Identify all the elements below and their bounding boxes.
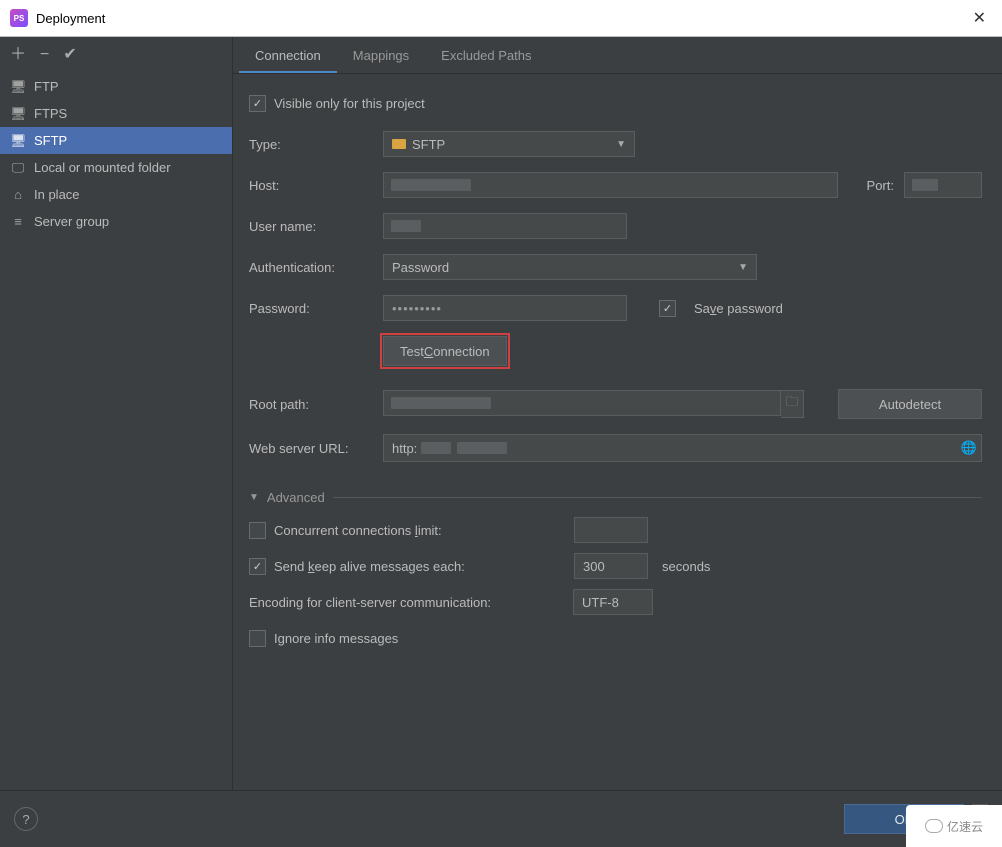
chevron-down-icon: ▼ — [738, 262, 748, 273]
tabs: Connection Mappings Excluded Paths — [233, 37, 1002, 74]
add-icon[interactable]: ＋ — [10, 47, 26, 63]
keepalive-unit: seconds — [662, 559, 710, 574]
sidebar: ＋ − ✔ 🖥 FTP 🖥 FTPS 🖥 SFTP 🖵 — [0, 37, 233, 790]
servergroup-icon: ≡ — [10, 214, 26, 229]
titlebar: PS Deployment ✕ — [0, 0, 1002, 37]
sidebar-item-local[interactable]: 🖵 Local or mounted folder — [0, 154, 232, 181]
tab-excluded[interactable]: Excluded Paths — [425, 40, 547, 73]
watermark-text: 亿速云 — [947, 818, 983, 835]
encoding-input[interactable] — [573, 589, 653, 615]
sidebar-list: 🖥 FTP 🖥 FTPS 🖥 SFTP 🖵 Local or mounted f… — [0, 73, 232, 790]
keepalive-input[interactable] — [574, 553, 648, 579]
close-icon[interactable]: ✕ — [967, 8, 992, 28]
host-label: Host: — [249, 178, 383, 193]
sftp-icon: 🖥 — [10, 133, 26, 149]
advanced-label: Advanced — [267, 490, 325, 505]
keepalive-checkbox[interactable]: ✓ — [249, 558, 266, 575]
cloud-icon — [925, 819, 943, 833]
sidebar-item-label: SFTP — [34, 133, 67, 148]
concurrent-checkbox[interactable] — [249, 522, 266, 539]
sidebar-toolbar: ＋ − ✔ — [0, 37, 232, 73]
type-select[interactable]: SFTP ▼ — [383, 131, 635, 157]
auth-label: Authentication: — [249, 260, 383, 275]
visible-only-label: Visible only for this project — [274, 96, 425, 111]
window-title: Deployment — [36, 11, 967, 26]
keepalive-label: Send keep alive messages each: — [274, 559, 574, 574]
app-icon: PS — [10, 9, 28, 27]
autodetect-button[interactable]: Autodetect — [838, 389, 982, 419]
test-connection-button[interactable]: Test Connection — [383, 336, 507, 366]
sidebar-item-label: Local or mounted folder — [34, 160, 171, 175]
sidebar-item-inplace[interactable]: ⌂ In place — [0, 181, 232, 208]
web-url-value[interactable]: http: — [384, 441, 417, 456]
sidebar-item-label: Server group — [34, 214, 109, 229]
visible-only-checkbox[interactable]: ✓ — [249, 95, 266, 112]
save-password-checkbox[interactable]: ✓ — [659, 300, 676, 317]
redacted — [421, 442, 451, 454]
tab-mappings[interactable]: Mappings — [337, 40, 425, 73]
inplace-icon: ⌂ — [10, 187, 26, 202]
sidebar-item-ftp[interactable]: 🖥 FTP — [0, 73, 232, 100]
ftp-icon: 🖥 — [10, 79, 26, 95]
web-url-label: Web server URL: — [249, 441, 383, 456]
remove-icon[interactable]: − — [40, 47, 49, 63]
port-label: Port: — [867, 178, 894, 193]
sidebar-item-ftps[interactable]: 🖥 FTPS — [0, 100, 232, 127]
chevron-down-icon: ▼ — [616, 139, 626, 150]
auth-select[interactable]: Password ▼ — [383, 254, 757, 280]
sftp-type-icon — [392, 139, 406, 149]
sidebar-item-label: In place — [34, 187, 80, 202]
redacted — [457, 442, 507, 454]
content: Connection Mappings Excluded Paths ✓ Vis… — [233, 37, 1002, 790]
ignore-info-label: Ignore info messages — [274, 631, 398, 646]
help-button[interactable]: ? — [14, 807, 38, 831]
advanced-section[interactable]: ▼ Advanced — [249, 490, 982, 505]
ignore-info-checkbox[interactable] — [249, 630, 266, 647]
redacted — [391, 220, 421, 232]
password-input[interactable] — [383, 295, 627, 321]
connection-form: ✓ Visible only for this project Type: SF… — [233, 74, 1002, 671]
concurrent-label: Concurrent connections limit: — [274, 523, 574, 538]
divider — [333, 497, 982, 498]
redacted — [391, 179, 471, 191]
local-icon: 🖵 — [10, 160, 26, 176]
tab-connection[interactable]: Connection — [239, 40, 337, 73]
sidebar-item-sftp[interactable]: 🖥 SFTP — [0, 127, 232, 154]
footer: ? OK — [0, 790, 1002, 847]
collapse-icon: ▼ — [249, 492, 259, 503]
ftps-icon: 🖥 — [10, 106, 26, 122]
sidebar-item-label: FTP — [34, 79, 59, 94]
encoding-label: Encoding for client-server communication… — [249, 595, 573, 610]
sidebar-item-label: FTPS — [34, 106, 67, 121]
type-value: SFTP — [412, 137, 445, 152]
watermark: 亿速云 — [906, 805, 1002, 847]
check-icon[interactable]: ✔ — [63, 47, 76, 63]
type-label: Type: — [249, 137, 383, 152]
redacted — [912, 179, 938, 191]
auth-value: Password — [392, 260, 449, 275]
save-password-label: Save password — [694, 301, 783, 316]
concurrent-input[interactable] — [574, 517, 648, 543]
root-path-label: Root path: — [249, 397, 383, 412]
browse-folder-button[interactable]: 🗀 — [781, 390, 804, 418]
redacted — [391, 397, 491, 409]
password-label: Password: — [249, 301, 383, 316]
user-label: User name: — [249, 219, 383, 234]
globe-icon[interactable]: 🌐 — [957, 440, 981, 456]
sidebar-item-servergroup[interactable]: ≡ Server group — [0, 208, 232, 235]
